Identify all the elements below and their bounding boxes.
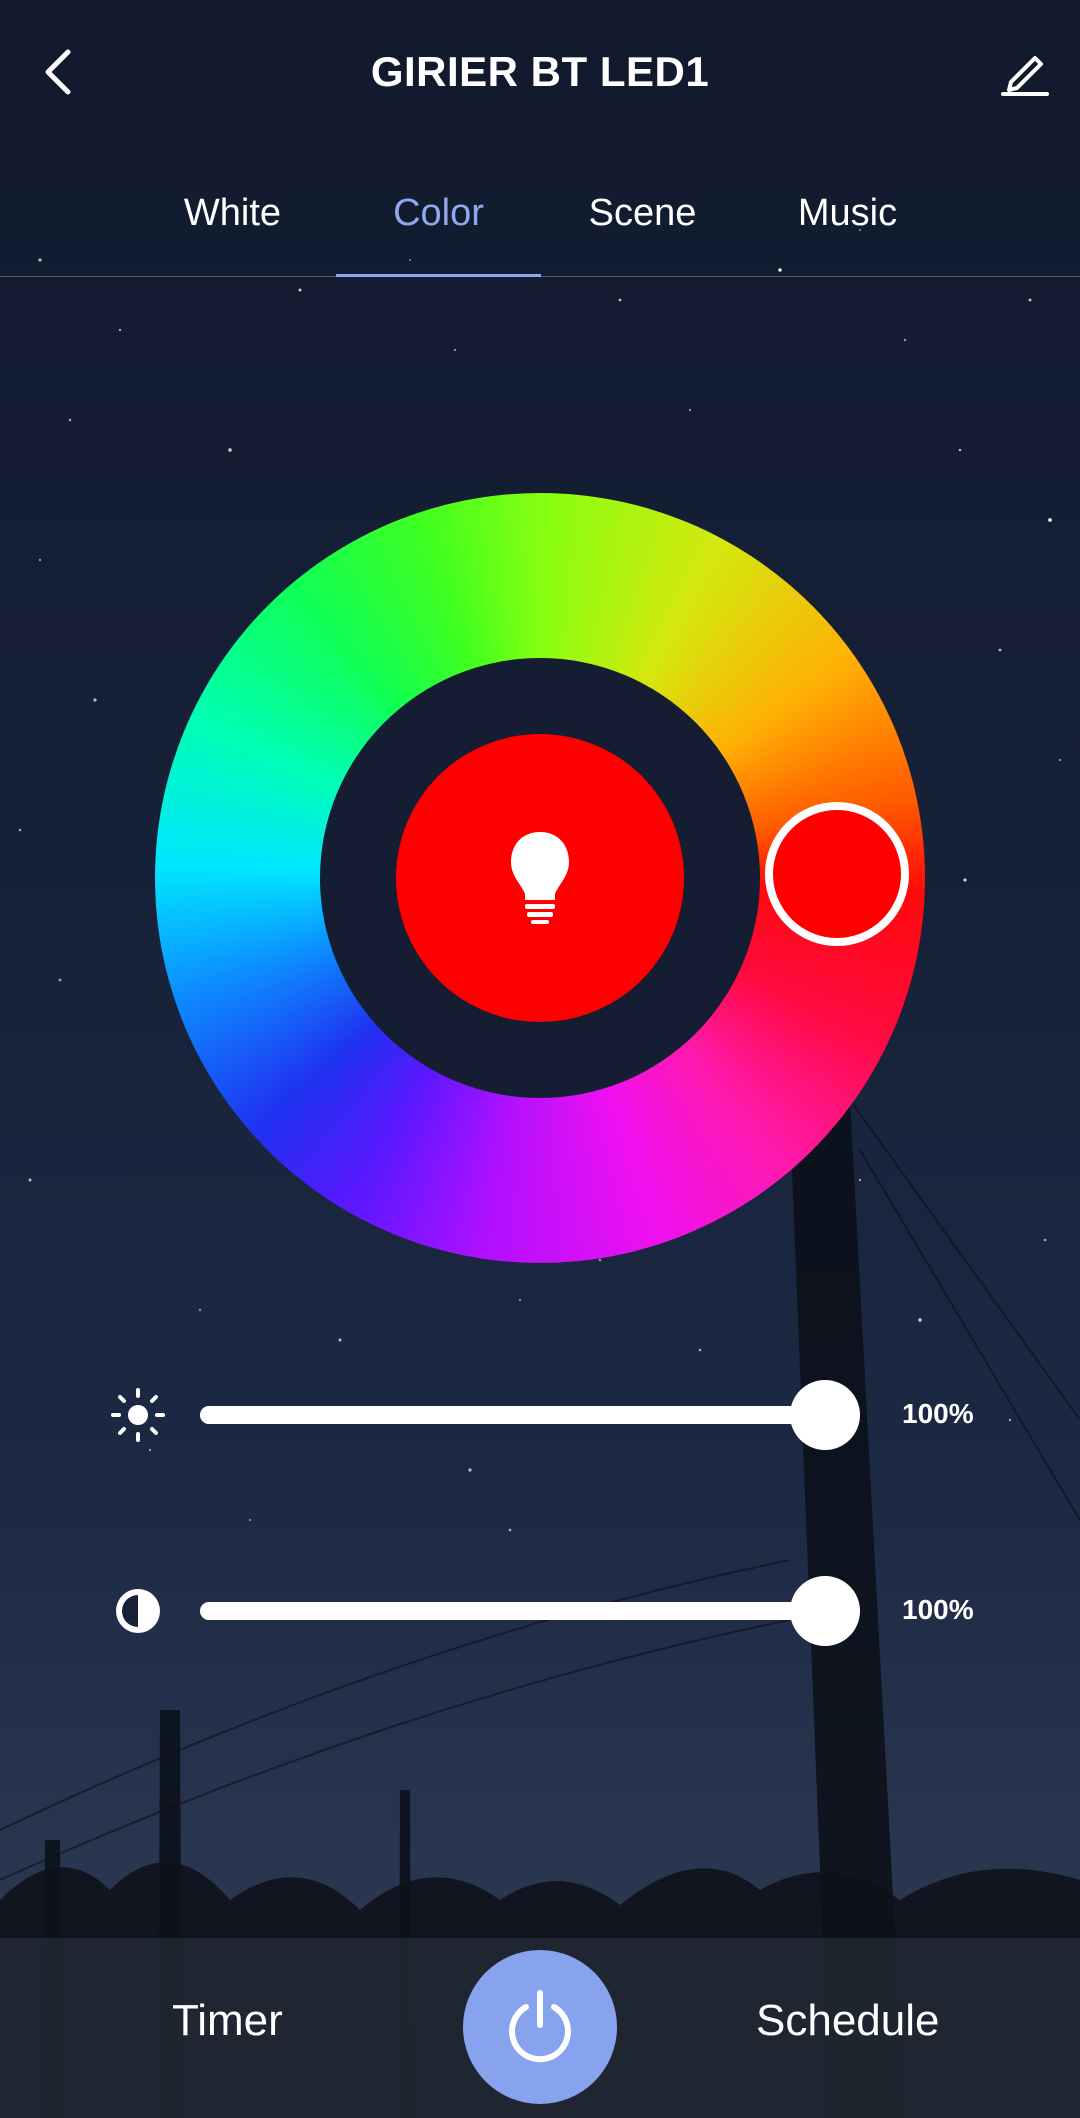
saturation-slider-thumb[interactable] [790,1576,860,1646]
slider-track-fill [200,1602,860,1620]
brightness-value: 100% [902,1398,974,1429]
power-icon [509,1990,571,2063]
edit-button[interactable] [990,40,1060,104]
selected-color-swatch[interactable] [396,734,684,1022]
power-button[interactable] [463,1950,617,2104]
header: GIRIER BT LED1 [0,0,1080,150]
lightbulb-icon [511,832,569,924]
mode-tabs: White Color Scene Music [0,170,1080,277]
brightness-slider-thumb[interactable] [790,1380,860,1450]
tab-color[interactable]: Color [336,170,541,277]
color-wheel-picker [155,493,925,1263]
hue-handle[interactable] [765,802,909,946]
tab-music[interactable]: Music [745,170,950,276]
saturation-value: 100% [902,1594,974,1625]
brightness-slider-row: 100% [110,1380,990,1450]
tab-scene[interactable]: Scene [540,170,745,276]
contrast-icon [110,1583,166,1639]
pencil-icon [1001,56,1049,96]
timer-button[interactable]: Timer [172,1996,283,2046]
schedule-button[interactable]: Schedule [756,1996,939,2046]
brightness-slider[interactable] [200,1380,860,1450]
slider-track-fill [200,1406,860,1424]
page-title: GIRIER BT LED1 [370,48,710,95]
saturation-slider-row: 100% [110,1576,990,1646]
saturation-slider[interactable] [200,1576,860,1646]
sun-icon [110,1387,166,1443]
tab-white[interactable]: White [130,170,335,276]
